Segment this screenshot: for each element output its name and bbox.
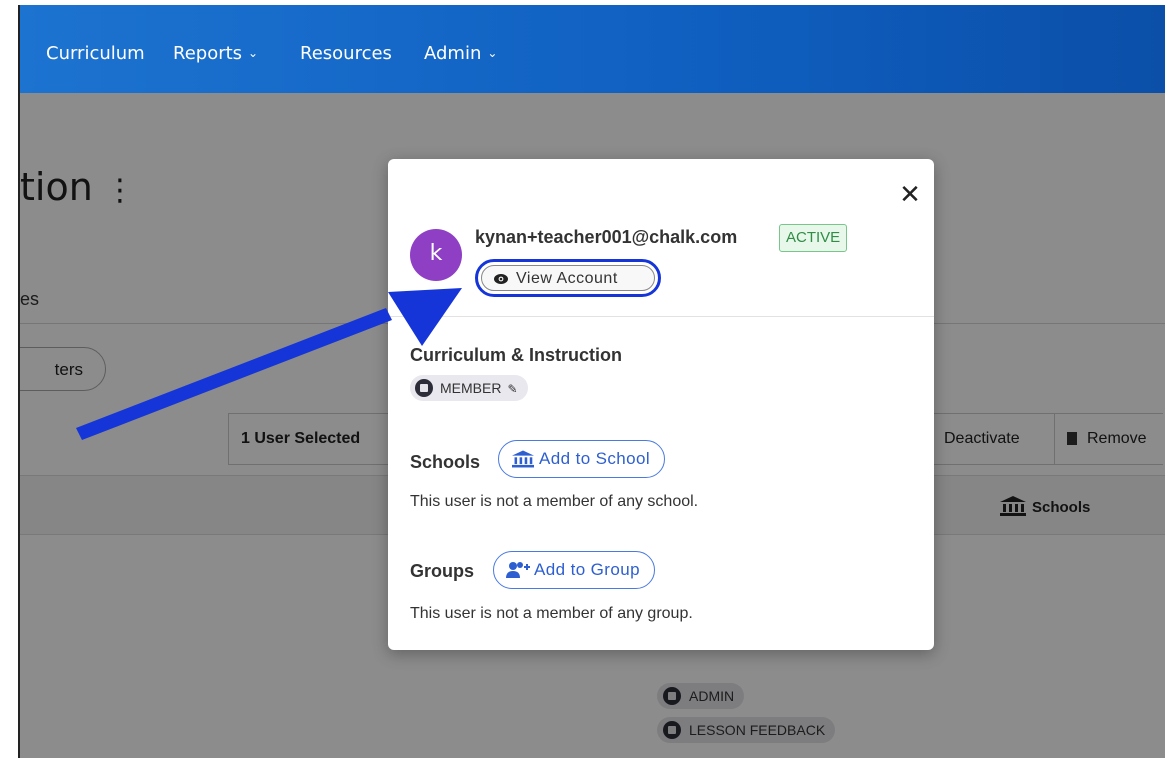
arrow-head — [388, 288, 462, 346]
top-edge — [0, 0, 1165, 5]
arrow-shaft — [76, 308, 392, 440]
annotation-arrow — [76, 288, 462, 440]
left-edge — [0, 5, 20, 758]
screenshot-frame: Curriculum Reports ⌄ Resources Admin ⌄ tio… — [0, 0, 1165, 758]
